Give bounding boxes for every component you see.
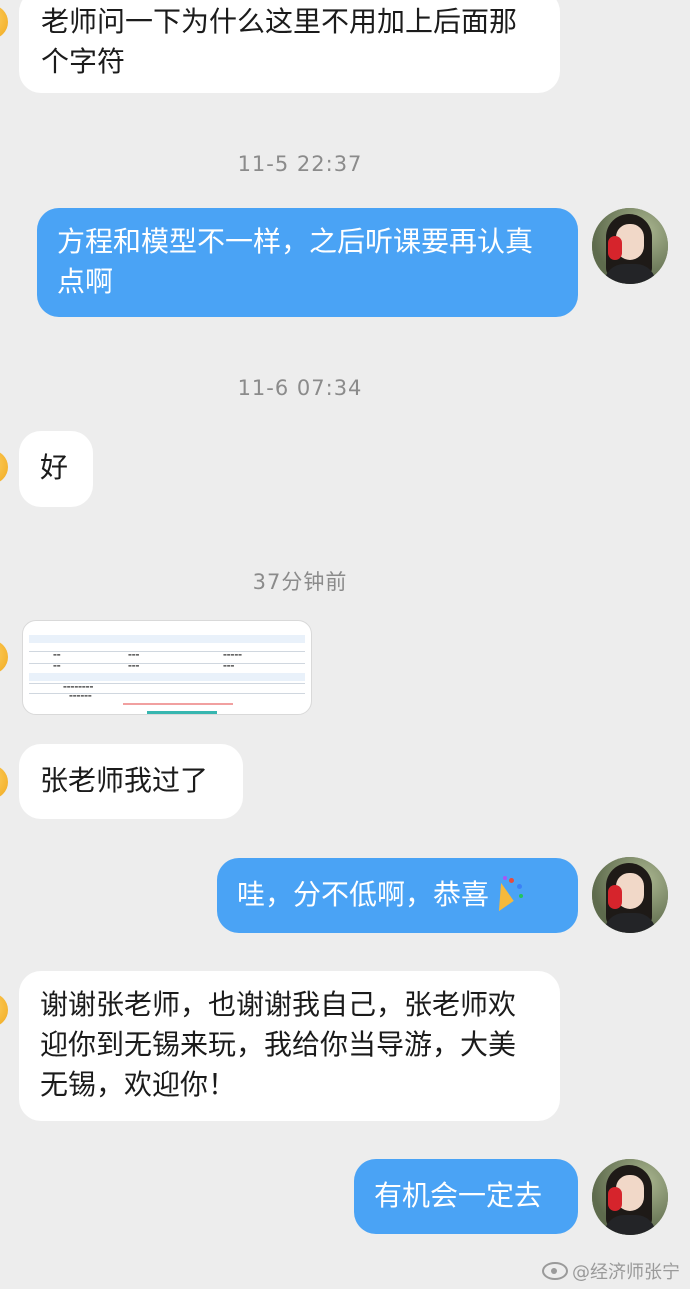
avatar-icon[interactable] [0,765,8,799]
avatar-icon[interactable] [0,993,8,1027]
message-text: 方程和模型不一样，之后听课要再认真点啊 [57,225,534,298]
message-text: 有机会一定去 [374,1179,543,1212]
message-bubble-incoming[interactable]: 谢谢张老师，也谢谢我自己，张老师欢迎你到无锡来玩，我给你当导游，大美无锡，欢迎你… [19,971,560,1121]
message-bubble-incoming[interactable]: 老师问一下为什么这里不用加上后面那个字符 [19,0,560,93]
message-bubble-outgoing[interactable]: 方程和模型不一样，之后听课要再认真点啊 [37,208,578,317]
avatar-icon[interactable] [0,640,8,674]
teacher-avatar-icon[interactable] [592,1159,668,1235]
image-message-thumbnail[interactable]: ▬▬ ▬▬▬ ▬▬▬▬▬ ▬▬ ▬▬▬ ▬▬▬ ▬▬▬▬▬▬▬▬ ▬▬▬▬▬▬ [22,620,312,715]
timestamp: 11-6 07:34 [237,376,363,400]
teacher-avatar-icon[interactable] [592,857,668,933]
avatar-icon[interactable] [0,450,8,484]
message-bubble-incoming[interactable]: 张老师我过了 [19,744,243,819]
watermark-text: @经济师张宁 [572,1262,680,1283]
timestamp: 37分钟前 [252,570,348,594]
message-text: 谢谢张老师，也谢谢我自己，张老师欢迎你到无锡来玩，我给你当导游，大美无锡，欢迎你… [40,988,517,1101]
message-bubble-incoming[interactable]: 好 [19,431,93,507]
message-text: 张老师我过了 [40,764,209,797]
message-text: 哇，分不低啊，恭喜 [237,878,490,911]
message-text: 好 [40,451,69,484]
party-popper-icon [486,876,527,912]
message-text: 老师问一下为什么这里不用加上后面那个字符 [41,5,518,78]
teacher-avatar-icon[interactable] [592,208,668,284]
incoming-avatar[interactable] [0,5,8,39]
timestamp: 11-5 22:37 [237,152,363,176]
weibo-logo-icon [542,1262,568,1280]
watermark: @经济师张宁 [542,1258,680,1284]
message-bubble-outgoing[interactable]: 哇，分不低啊，恭喜 [217,858,578,933]
message-bubble-outgoing[interactable]: 有机会一定去 [354,1159,578,1234]
